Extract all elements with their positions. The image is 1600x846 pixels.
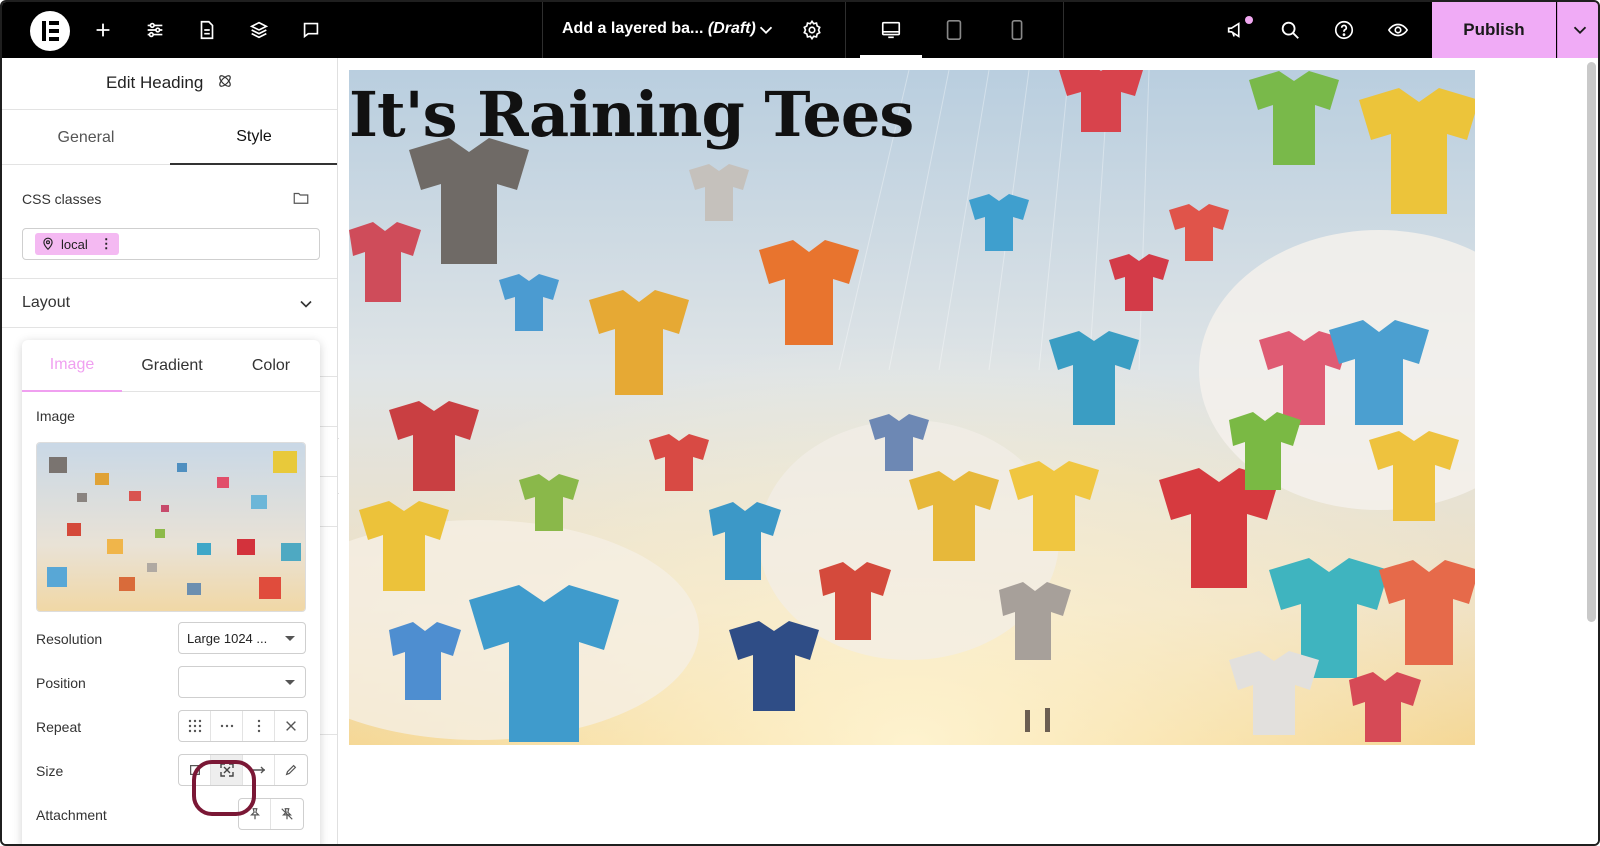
background-popover: Image Gradient Color Image Resolution La… <box>22 340 320 844</box>
position-label: Position <box>36 675 86 691</box>
attachment-label: Attachment <box>36 807 107 823</box>
no-repeat-icon[interactable] <box>275 711 307 741</box>
repeat-label: Repeat <box>36 719 82 735</box>
chevron-down-icon <box>1573 26 1587 35</box>
tab-image[interactable]: Image <box>22 340 122 392</box>
notification-dot <box>1245 16 1253 24</box>
background-type-tabs: Image Gradient Color <box>22 340 320 392</box>
comment-icon[interactable] <box>299 18 323 42</box>
mobile-icon[interactable] <box>1005 18 1029 42</box>
search-icon[interactable] <box>1278 18 1302 42</box>
raining-tees-background-image <box>349 70 1475 745</box>
size-label: Size <box>36 763 64 779</box>
tab-gradient[interactable]: Gradient <box>122 340 222 392</box>
class-chip-label: local <box>61 236 88 252</box>
tab-style[interactable]: Style <box>170 110 337 165</box>
css-classes-input[interactable]: local ⋮ <box>22 228 320 260</box>
document-name: Add a layered ba... <box>562 20 704 37</box>
top-bar: Add a layered ba... (Draft) Publish <box>2 2 1598 58</box>
editor-window: Add a layered ba... (Draft) Publish Edit… <box>0 0 1600 846</box>
plus-icon[interactable] <box>91 18 115 42</box>
page-icon[interactable] <box>195 18 219 42</box>
resolution-select[interactable]: Large 1024 ... <box>178 622 306 654</box>
image-label: Image <box>36 408 75 424</box>
atomic-icon <box>216 72 234 95</box>
chevron-down-icon <box>296 294 316 319</box>
layers-icon[interactable] <box>247 18 271 42</box>
caret-down-icon <box>285 636 295 641</box>
position-select[interactable] <box>178 666 306 698</box>
panel-title-text: Edit Heading <box>105 72 204 92</box>
raining-tees-thumbnail-image <box>37 443 305 611</box>
more-vertical-icon[interactable]: ⋮ <box>100 236 113 252</box>
repeat-options <box>178 710 308 742</box>
location-pin-icon <box>43 237 53 251</box>
sliders-icon[interactable] <box>143 18 167 42</box>
eye-icon[interactable] <box>1386 18 1410 42</box>
desktop-icon[interactable] <box>879 18 903 42</box>
publish-button[interactable]: Publish <box>1432 2 1556 58</box>
repeat-x-icon[interactable] <box>211 711 243 741</box>
publish-options-button[interactable] <box>1557 2 1598 58</box>
page-canvas: It's Raining Tees <box>339 58 1598 844</box>
class-chip[interactable]: local ⋮ <box>35 233 119 255</box>
layout-section[interactable]: Layout <box>2 278 337 328</box>
hero-section[interactable]: It's Raining Tees <box>349 70 1475 745</box>
folder-icon[interactable] <box>292 189 310 212</box>
hero-heading[interactable]: It's Raining Tees <box>349 78 914 151</box>
tab-general[interactable]: General <box>2 110 170 165</box>
tab-color[interactable]: Color <box>222 340 320 392</box>
panel-tabs: General Style <box>2 110 337 165</box>
resolution-label: Resolution <box>36 631 103 647</box>
background-image-thumbnail[interactable] <box>36 442 306 612</box>
unpin-icon[interactable] <box>271 799 303 829</box>
layout-label: Layout <box>22 294 71 311</box>
document-status: (Draft) <box>707 20 756 37</box>
caret-down-icon <box>285 680 295 685</box>
panel-title: Edit Heading <box>2 72 337 95</box>
gear-icon[interactable] <box>800 18 824 42</box>
document-title[interactable]: Add a layered ba... (Draft) <box>562 20 756 38</box>
canvas-scrollbar[interactable] <box>1587 62 1596 622</box>
css-classes-label: CSS classes <box>22 191 102 207</box>
resolution-value: Large 1024 ... <box>187 631 268 646</box>
chevron-down-icon[interactable] <box>754 18 778 42</box>
repeat-y-icon[interactable] <box>243 711 275 741</box>
tablet-icon[interactable] <box>942 18 966 42</box>
size-cover-highlight <box>192 760 256 816</box>
size-custom-pencil-icon[interactable] <box>275 755 307 785</box>
help-icon[interactable] <box>1332 18 1356 42</box>
repeat-tile-icon[interactable] <box>179 711 211 741</box>
elementor-logo[interactable] <box>30 11 70 51</box>
